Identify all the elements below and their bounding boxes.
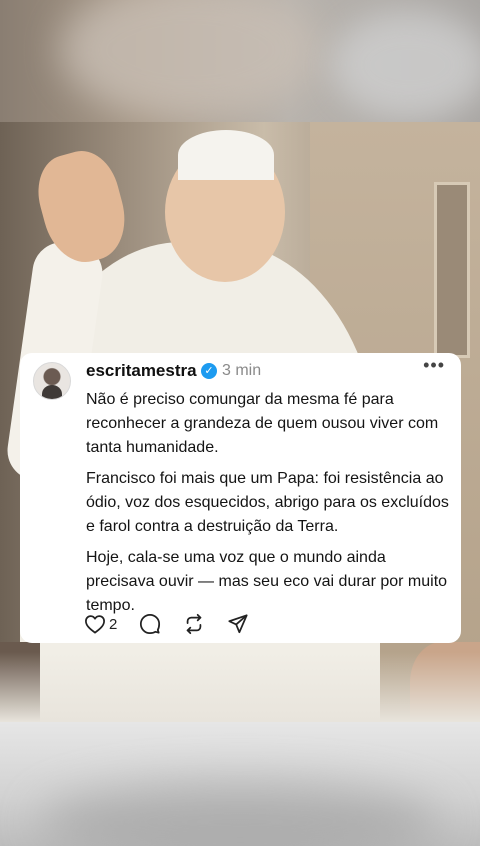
heart-icon <box>84 614 106 634</box>
post-card: escritamestra ✓ 3 min ••• Não é preciso … <box>20 353 461 643</box>
username[interactable]: escritamestra <box>86 361 197 381</box>
post-paragraph: Francisco foi mais que um Papa: foi resi… <box>86 470 449 535</box>
post-paragraph: Hoje, cala-se uma voz que o mundo ainda … <box>86 549 448 614</box>
avatar[interactable] <box>33 362 71 400</box>
like-button[interactable]: 2 <box>84 614 117 634</box>
comment-icon <box>139 613 161 635</box>
share-icon <box>227 613 249 635</box>
post-paragraph: Não é preciso comungar da mesma fé para … <box>86 391 439 456</box>
comment-button[interactable] <box>139 613 161 635</box>
repost-icon <box>183 613 205 635</box>
like-count: 2 <box>109 615 118 633</box>
post-actions: 2 <box>84 611 271 637</box>
blurred-background-bottom <box>0 722 480 846</box>
repost-button[interactable] <box>183 613 205 635</box>
share-button[interactable] <box>227 613 249 635</box>
verified-badge-icon: ✓ <box>201 363 217 379</box>
more-options-icon[interactable]: ••• <box>423 355 445 376</box>
post-time: 3 min <box>222 362 262 379</box>
blurred-background-top <box>0 0 480 122</box>
post-text: Não é preciso comungar da mesma fé para … <box>86 388 454 625</box>
